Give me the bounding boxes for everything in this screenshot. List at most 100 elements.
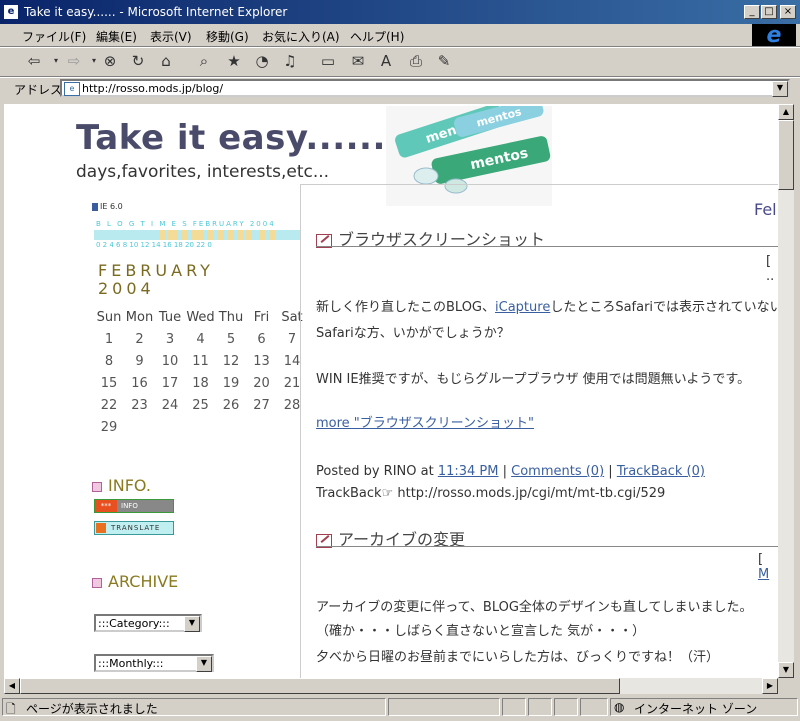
translate-button[interactable]: TRANSLATE (94, 521, 174, 535)
address-url[interactable]: http://rosso.mods.jp/blog/ (82, 82, 223, 95)
calendar-day: 29 (100, 420, 118, 435)
scroll-down-icon[interactable]: ▼ (778, 662, 794, 678)
menu-file[interactable]: ファイル(F) (22, 28, 86, 45)
menu-help[interactable]: ヘルプ(H) (350, 28, 404, 45)
horizontal-scrollbar[interactable]: ◀ ▶ (4, 678, 778, 694)
calendar-day: 17 (161, 376, 179, 391)
history-icon[interactable]: ◔ (250, 50, 274, 72)
blogtimes-mark (269, 230, 276, 240)
entry-meta: [ .. (766, 254, 775, 284)
translate-label: TRANSLATE (111, 524, 161, 532)
calendar-day: 13 (253, 354, 270, 369)
blogtimes-mark (217, 230, 224, 240)
chevron-down-icon[interactable]: ▼ (184, 616, 200, 632)
address-dropdown-icon[interactable]: ▼ (772, 81, 788, 97)
category-select[interactable]: :::Category::: ▼ (94, 614, 202, 632)
info-button-left: *** (95, 500, 117, 512)
monthly-select[interactable]: :::Monthly::: ▼ (94, 654, 214, 672)
fullscreen-icon[interactable]: ▭ (316, 50, 340, 72)
search-icon[interactable]: ⌕ (192, 50, 216, 72)
close-button[interactable]: × (780, 5, 796, 19)
meta-link[interactable]: M (758, 567, 769, 582)
status-seg (580, 698, 608, 716)
calendar-day: 20 (253, 376, 270, 391)
menu-favorites[interactable]: お気に入り(A) (262, 28, 340, 45)
calendar-day: 6 (257, 332, 266, 347)
page-icon: e (64, 82, 80, 96)
calendar-weekday: Fri (253, 310, 270, 325)
window-title: Take it easy...... - Microsoft Internet … (24, 5, 288, 19)
entry-paragraph2: WIN IE推奨ですが、もじらグループブラウザ 使用では問題無いようです。 (316, 372, 751, 387)
status-page-icon: 🗋 (6, 702, 16, 716)
chevron-down-icon[interactable]: ▼ (196, 656, 212, 672)
blogtimes-mark (227, 230, 234, 240)
scroll-left-icon[interactable]: ◀ (4, 678, 20, 694)
status-seg (528, 698, 552, 716)
calendar-day: 25 (192, 398, 209, 413)
ie-throbber-logo: e (752, 24, 796, 48)
vertical-scrollbar[interactable]: ▲ ▼ (778, 104, 794, 678)
home-icon[interactable]: ⌂ (154, 50, 178, 72)
date-header: Fel (754, 200, 777, 219)
trackback-url: http://rosso.mods.jp/cgi/mt/mt-tb.cgi/52… (397, 486, 666, 501)
trackback-link[interactable]: TrackBack (0) (617, 464, 705, 479)
menu-go[interactable]: 移動(G) (206, 28, 249, 45)
calendar-day: 10 (161, 354, 179, 369)
calendar-day: 24 (161, 398, 179, 413)
status-seg (554, 698, 578, 716)
entry-meta: [ M (758, 552, 770, 582)
bullet-icon (92, 577, 102, 588)
calendar-weekday: Sun (96, 310, 122, 325)
stop-icon[interactable]: ⊗ (98, 50, 122, 72)
blogtimes-mark (238, 230, 245, 240)
more-link[interactable]: more "ブラウザスクリーンショット" (316, 412, 534, 431)
blogtimes-hours: 0 2 4 6 8 10 12 14 16 18 20 22 0 (96, 241, 212, 249)
comments-link[interactable]: Comments (0) (511, 464, 604, 479)
scroll-up-icon[interactable]: ▲ (778, 104, 794, 120)
status-text: ページが表示されました (26, 702, 158, 716)
vertical-scroll-thumb[interactable] (778, 120, 794, 190)
blogtimes-mark (197, 230, 203, 240)
calendar-day: 4 (196, 332, 205, 347)
media-icon[interactable]: ♫ (278, 50, 302, 72)
entry-paragraph: 新しく作り直したこのBLOG、iCaptureしたところSafariでは表示され… (316, 300, 778, 315)
time-link[interactable]: 11:34 PM (438, 464, 499, 479)
toolbar: ⇦ ▾ ⇨ ▾ ⊗ ↻ ⌂ ⌕ ★ ◔ ♫ ▭ ✉ A ⎙ ✎ (0, 48, 800, 76)
ie-app-icon[interactable]: e (4, 5, 18, 19)
edit-icon[interactable]: ✎ (432, 50, 456, 72)
font-size-icon[interactable]: A (374, 50, 398, 72)
calendar-day: 18 (192, 376, 209, 391)
menu-bar: ファイル(F) 編集(E) 表示(V) 移動(G) お気に入り(A) ヘルプ(H… (0, 24, 750, 46)
calendar-day: 15 (100, 376, 118, 391)
info-button[interactable]: *** INFO (94, 499, 174, 513)
entry-line: 夕べから日曜のお昼前までにいらした方は、びっくりですね！（汗） (316, 650, 720, 665)
refresh-icon[interactable]: ↻ (126, 50, 150, 72)
mail-icon[interactable]: ✉ (346, 50, 370, 72)
page-viewport: Take it easy........ days,favorites, int… (4, 104, 778, 678)
maximize-button[interactable]: □ (761, 5, 777, 19)
ie-badge-icon (92, 202, 98, 211)
horizontal-scroll-thumb[interactable] (20, 678, 620, 694)
minimize-button[interactable]: _ (744, 5, 760, 19)
blog-title[interactable]: Take it easy........ (76, 118, 413, 158)
calendar-day: 9 (135, 354, 144, 369)
calendar-weekday: Thu (218, 310, 244, 325)
address-input[interactable]: e http://rosso.mods.jp/blog/ ▼ (60, 79, 790, 97)
menu-view[interactable]: 表示(V) (150, 28, 192, 45)
calendar-day: 22 (100, 398, 118, 413)
title-underline (316, 246, 778, 247)
scroll-right-icon[interactable]: ▶ (762, 678, 778, 694)
blogtimes-label: B L O G T I M E S FEBRUARY 2004 (96, 220, 276, 228)
favorites-icon[interactable]: ★ (222, 50, 246, 72)
back-icon[interactable]: ⇦ (22, 50, 46, 72)
info-heading: INFO. (92, 476, 151, 495)
blogtimes-mark (159, 230, 166, 240)
calendar-month: FEBRUARY 2004 (98, 262, 214, 298)
status-seg (502, 698, 526, 716)
menu-edit[interactable]: 編集(E) (96, 28, 137, 45)
trackback-line: TrackBack☞ http://rosso.mods.jp/cgi/mt/m… (316, 486, 666, 501)
calendar-day: 2 (135, 332, 144, 347)
icapture-link[interactable]: iCapture (495, 300, 550, 315)
calendar-day: 16 (131, 376, 148, 391)
print-icon[interactable]: ⎙ (404, 50, 428, 72)
